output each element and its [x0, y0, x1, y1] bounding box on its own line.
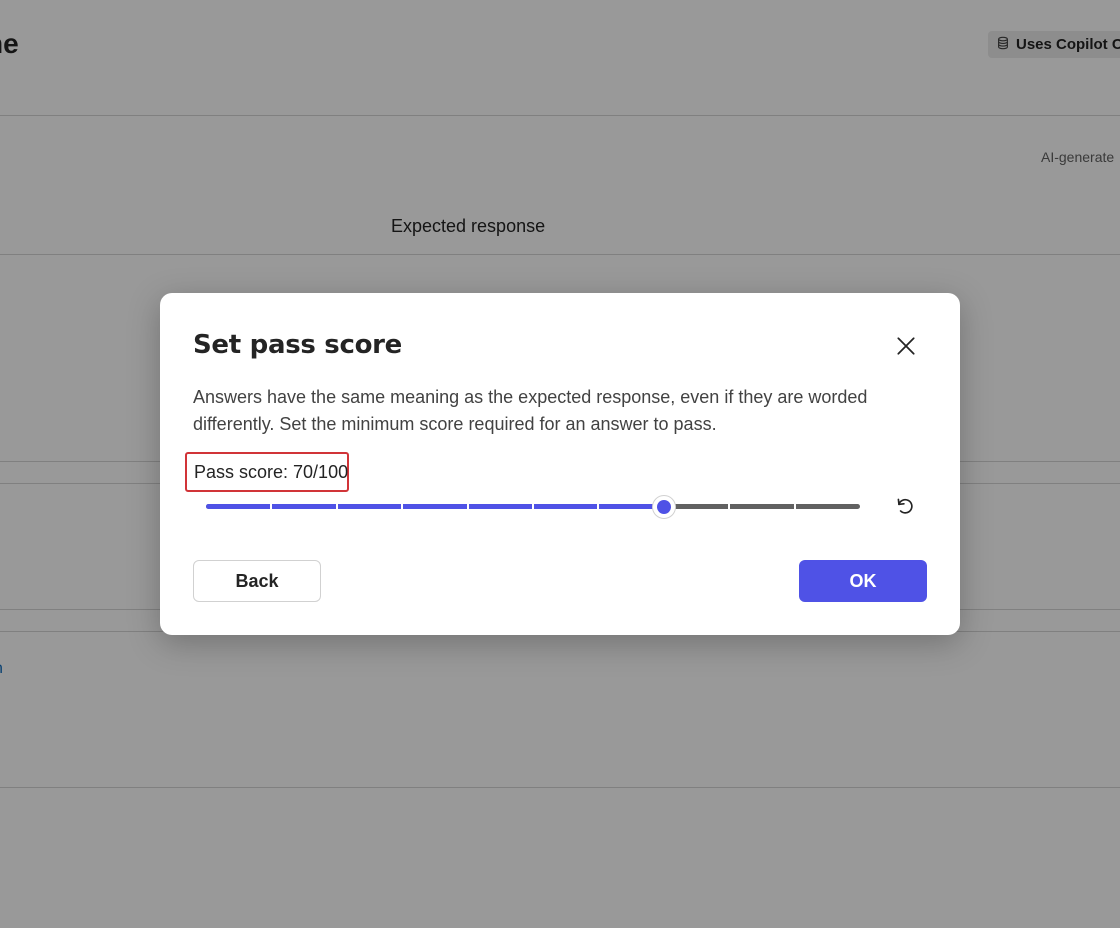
slider-tick	[466, 504, 469, 509]
slider-tick	[793, 504, 796, 509]
reset-icon	[894, 495, 916, 520]
reset-button[interactable]	[890, 493, 920, 521]
close-button[interactable]	[888, 329, 924, 365]
pass-score-text: Pass score: 70/100	[194, 461, 349, 482]
slider-tick	[728, 504, 731, 509]
slider-tick	[401, 504, 404, 509]
set-pass-score-dialog: Set pass score Answers have the same mea…	[160, 293, 960, 635]
slider-tick	[597, 504, 600, 509]
slider-fill	[206, 504, 664, 509]
close-icon	[895, 335, 917, 360]
slider-thumb[interactable]	[651, 495, 676, 519]
dialog-title: Set pass score	[193, 330, 403, 360]
back-button[interactable]: Back	[193, 560, 321, 602]
slider-tick	[270, 504, 273, 509]
pass-score-slider[interactable]	[206, 493, 860, 521]
pass-score-label: Pass score: 70/100	[185, 452, 349, 492]
slider-tick	[335, 504, 338, 509]
ok-button[interactable]: OK	[799, 560, 927, 602]
dialog-description: Answers have the same meaning as the exp…	[193, 387, 868, 434]
slider-tick	[532, 504, 534, 509]
